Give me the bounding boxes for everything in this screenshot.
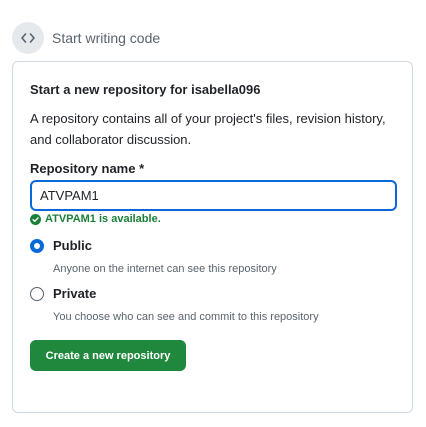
repository-name-label: Repository name *	[30, 161, 145, 176]
check-circle-icon	[30, 213, 41, 225]
public-radio[interactable]	[30, 238, 44, 253]
header-label: Start writing code	[52, 30, 161, 46]
new-repository-card: Start a new repository for isabella096 A…	[12, 61, 413, 413]
private-label[interactable]: Private	[53, 286, 96, 301]
card-title: Start a new repository for isabella096	[30, 82, 261, 97]
card-description: A repository contains all of your projec…	[30, 111, 386, 147]
code-icon	[12, 22, 44, 54]
private-description: You choose who can see and commit to thi…	[53, 311, 319, 323]
availability-message: ATVPAM1 is available.	[30, 213, 161, 225]
public-label[interactable]: Public	[53, 238, 92, 253]
private-radio[interactable]	[30, 286, 44, 301]
private-option[interactable]: Private	[30, 286, 96, 301]
start-writing-code-header: Start writing code	[12, 22, 160, 54]
availability-text: ATVPAM1 is available.	[45, 213, 161, 225]
public-description: Anyone on the internet can see this repo…	[53, 263, 277, 275]
public-option[interactable]: Public	[30, 238, 92, 253]
repository-name-input[interactable]	[30, 180, 397, 211]
create-repository-button[interactable]: Create a new repository	[30, 340, 186, 371]
